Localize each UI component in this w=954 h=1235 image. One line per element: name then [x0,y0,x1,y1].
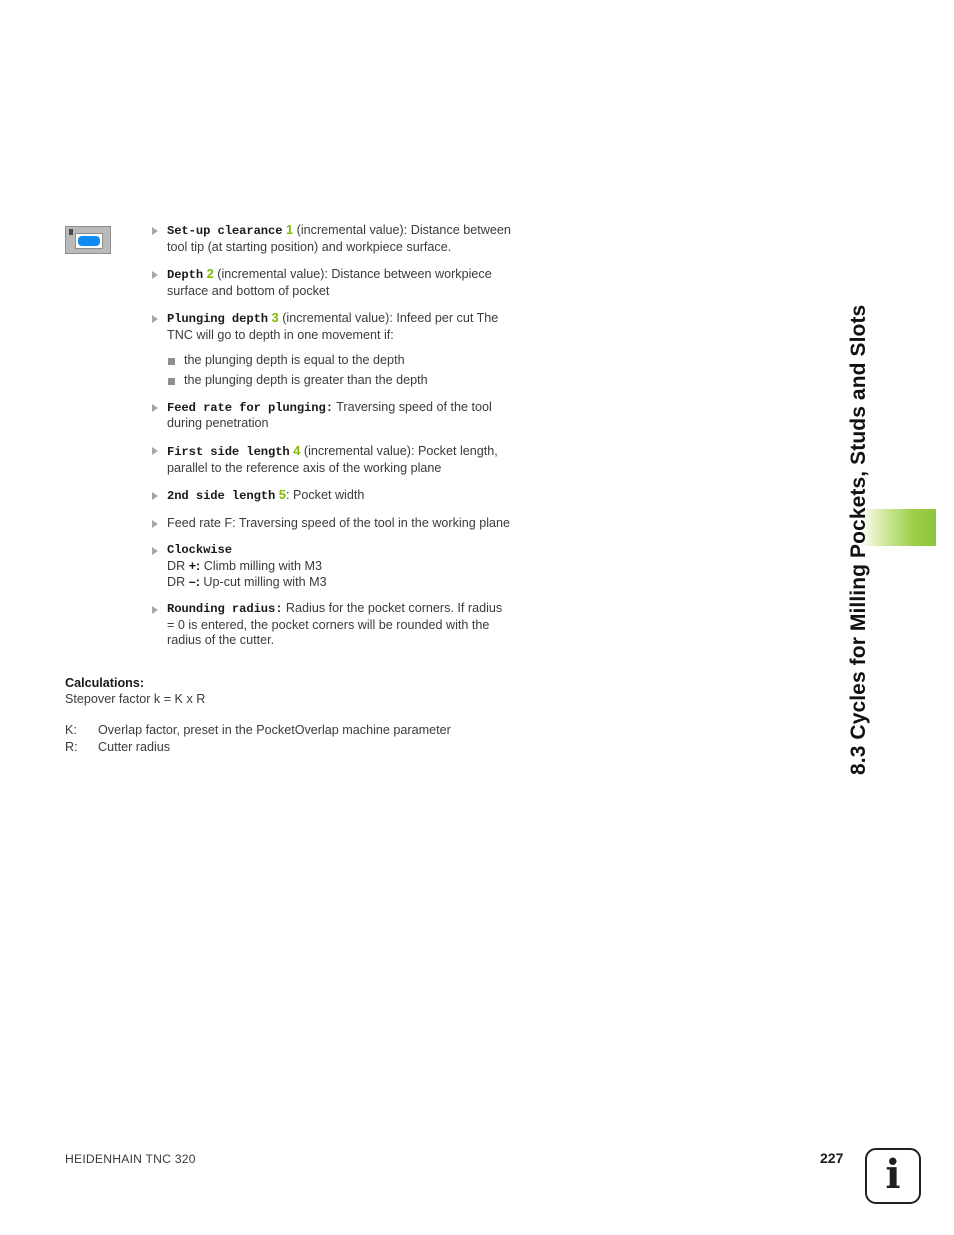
parameter-term: Set-up clearance [167,224,283,238]
list-item: Feed rate F: Traversing speed of the too… [152,516,512,532]
page-number: 227 [820,1150,844,1166]
list-item: 2nd side length 5: Pocket width [152,487,512,505]
callout-number: 5 [278,487,286,503]
dr-plus-symbol: +: [188,558,201,573]
list-item: Clockwise DR +: Climb milling with M3 DR… [152,542,512,590]
calculations-definitions: K: Overlap factor, preset in the PocketO… [65,723,545,755]
list-item: Set-up clearance 1 (incremental value): … [152,222,512,255]
parameter-description: : Pocket width [285,488,365,503]
dr-plus-text: Climb milling with M3 [200,558,323,573]
dr-prefix: DR [167,574,189,589]
dr-minus-text: Up-cut milling with M3 [199,574,327,589]
definition-value: Overlap factor, preset in the PocketOver… [98,723,451,738]
softkey-screen-fill [78,236,100,246]
calculations-section: Calculations: Stepover factor k = K x R … [65,676,545,756]
sub-list-item: the plunging depth is greater than the d… [167,373,512,389]
parameter-term: 2nd side length [167,489,276,504]
parameter-description: Feed rate F: Traversing speed of the too… [167,515,511,530]
parameter-description: (incremental value): Distance between wo… [167,267,492,298]
definition-row: R: Cutter radius [65,740,545,756]
parameter-term: First side length [167,444,290,459]
sub-list-item: the plunging depth is equal to the depth [167,353,512,369]
tnc-softkey-icon [65,226,111,254]
definition-key: K: [65,723,77,738]
list-item: Feed rate for plunging: Traversing speed… [152,400,512,432]
list-item: Depth 2 (incremental value): Distance be… [152,266,512,299]
document-page: Set-up clearance 1 (incremental value): … [0,0,954,1235]
footer-product-name: HEIDENHAIN TNC 320 [65,1152,196,1166]
softkey-screen-frame [75,233,103,249]
parameter-term: Rounding radius: [167,602,283,617]
info-icon: i [865,1148,921,1204]
list-item: Plunging depth 3 (incremental value): In… [152,310,512,388]
softkey-corner-mark [69,229,73,235]
definition-row: K: Overlap factor, preset in the PocketO… [65,723,545,739]
chapter-side-title: 8.3 Cycles for Milling Pockets, Studs an… [847,304,870,775]
definition-key: R: [65,739,78,754]
calculations-formula: Stepover factor k = K x R [65,691,206,706]
chapter-side-title-rotator: 8.3 Cycles for Milling Pockets, Studs an… [834,0,884,1235]
sub-list: the plunging depth is equal to the depth… [167,353,512,389]
dr-minus-symbol: –: [188,574,200,589]
direction-line-plus: DR +: Climb milling with M3 [167,559,322,573]
dr-prefix: DR [167,558,189,573]
parameter-term: Clockwise [167,543,232,558]
list-item: First side length 4 (incremental value):… [152,443,512,476]
softkey-icon-column [65,226,113,254]
parameter-term: Plunging depth [167,312,268,327]
parameter-term: Feed rate for plunging: [167,400,333,415]
list-item: Rounding radius: Radius for the pocket c… [152,601,512,649]
chapter-side-title-area: 8.3 Cycles for Milling Pockets, Studs an… [834,0,954,1235]
calculations-heading: Calculations: [65,676,145,690]
direction-line-minus: DR –: Up-cut milling with M3 [167,575,327,589]
parameter-list: Set-up clearance 1 (incremental value): … [152,222,512,660]
callout-number: 3 [271,310,279,326]
definition-value: Cutter radius [98,739,171,754]
info-icon-glyph: i [885,1150,901,1198]
parameter-term: Depth [167,268,204,283]
callout-number: 2 [206,266,214,282]
